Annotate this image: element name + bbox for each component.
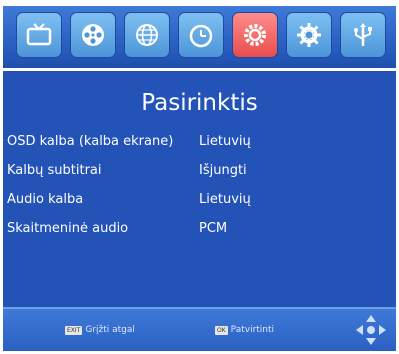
tab-usb[interactable] — [341, 13, 385, 57]
setting-value: PCM — [199, 221, 228, 236]
setting-value: Lietuvių — [199, 134, 251, 149]
tv-icon — [26, 23, 52, 46]
exit-hint: EXIT Grįžti atgal — [65, 325, 135, 335]
exit-hint-label: Grįžti atgal — [85, 325, 135, 335]
setting-row-digital-audio[interactable]: Skaitmeninė audio PCM — [3, 217, 396, 246]
tab-tv[interactable] — [17, 13, 61, 57]
tab-media[interactable] — [71, 13, 115, 57]
tab-system[interactable] — [287, 13, 331, 57]
setting-label: OSD kalba (kalba ekrane) — [7, 134, 174, 149]
setting-value: Lietuvių — [199, 192, 251, 207]
setting-label: Audio kalba — [7, 192, 84, 207]
setting-row-subtitles[interactable]: Kalbų subtitrai Išjungti — [3, 159, 396, 188]
top-icon-bar — [3, 6, 396, 71]
navigation-arrows-icon — [356, 315, 386, 345]
setting-value: Išjungti — [199, 163, 247, 178]
footer-hint-bar: EXIT Grįžti atgal OK Patvirtinti — [3, 307, 396, 351]
settings-gear-icon — [244, 24, 266, 46]
ok-hint: OK Patvirtinti — [215, 325, 274, 335]
tab-timer[interactable] — [179, 13, 223, 57]
settings-list: OSD kalba (kalba ekrane) Lietuvių Kalbų … — [3, 130, 396, 246]
settings-screen: Pasirinktis OSD kalba (kalba ekrane) Lie… — [3, 6, 396, 351]
tab-guide[interactable] — [125, 13, 169, 57]
setting-row-audio-language[interactable]: Audio kalba Lietuvių — [3, 188, 396, 217]
usb-icon — [354, 23, 372, 46]
setting-label: Skaitmeninė audio — [7, 221, 129, 236]
ok-hint-label: Patvirtinti — [230, 325, 275, 335]
tools-icon — [297, 23, 321, 47]
exit-key-badge: EXIT — [65, 325, 83, 335]
tab-settings[interactable] — [233, 13, 277, 57]
clock-icon — [189, 24, 213, 48]
setting-label: Kalbų subtitrai — [7, 163, 102, 178]
ok-key-badge: OK — [215, 325, 228, 335]
film-reel-icon — [82, 24, 104, 46]
page-title: Pasirinktis — [141, 90, 258, 116]
globe-grid-icon — [136, 24, 158, 46]
setting-row-osd-language[interactable]: OSD kalba (kalba ekrane) Lietuvių — [3, 130, 396, 159]
